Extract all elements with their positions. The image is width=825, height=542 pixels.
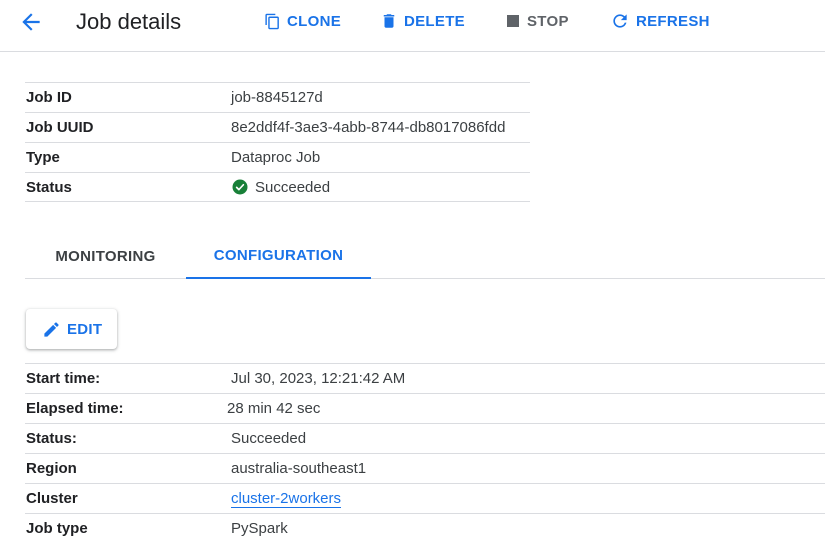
summary-key: Status [26,178,72,196]
summary-key: Type [26,149,60,166]
summary-key: Job ID [26,89,72,106]
config-key: Status: [26,430,77,447]
edit-label: EDIT [67,320,103,338]
config-row-job-type: Job type PySpark [25,513,825,542]
delete-label: DELETE [404,12,465,30]
refresh-label: REFRESH [636,12,710,30]
refresh-icon [613,14,627,28]
config-value: 28 min 42 sec [227,400,321,417]
job-summary-table: Job ID job-8845127d Job UUID 8e2ddf4f-3a… [25,82,530,202]
config-value: PySpark [231,520,288,537]
summary-value: job-8845127d [231,89,323,106]
tab-bar: MONITORING CONFIGURATION [25,234,825,279]
summary-row-job-uuid: Job UUID 8e2ddf4f-3ae3-4abb-8744-db80170… [25,112,530,142]
tab-configuration[interactable]: CONFIGURATION [186,234,371,279]
cluster-link[interactable]: cluster-2workers [231,490,342,508]
edit-button[interactable]: EDIT [26,309,117,349]
status-text: Succeeded [255,178,331,196]
stop-label: STOP [527,12,569,30]
summary-row-status: Status Succeeded [25,172,530,202]
config-row-start-time: Start time: Jul 30, 2023, 12:21:42 AM [25,363,825,393]
stop-button[interactable]: STOP [505,10,569,32]
trash-icon [383,14,395,28]
config-value: Jul 30, 2023, 12:21:42 AM [231,370,406,387]
summary-value: 8e2ddf4f-3ae3-4abb-8744-db8017086fdd [231,119,506,136]
config-row-region: Region australia-southeast1 [25,453,825,483]
config-key: Cluster [26,490,78,507]
status-value: Succeeded [231,178,330,196]
config-value: australia-southeast1 [231,460,367,477]
config-row-cluster: Cluster cluster-2workers [25,483,825,513]
config-key: Job type [26,520,88,537]
page-title: Job details [76,9,182,34]
config-key: Region [26,460,77,477]
arrow-back-icon [22,13,40,31]
summary-row-type: Type Dataproc Job [25,142,530,172]
config-row-elapsed-time: Elapsed time: 28 min 42 sec [25,393,825,423]
clone-button[interactable]: CLONE [264,10,341,32]
summary-row-job-id: Job ID job-8845127d [25,82,530,112]
back-button[interactable] [18,9,44,35]
clone-label: CLONE [287,12,341,30]
check-circle-icon [232,179,248,195]
stop-square-icon [507,15,519,27]
delete-button[interactable]: DELETE [380,10,465,32]
copy-icon [265,13,279,29]
config-key: Elapsed time: [26,400,124,417]
config-row-status: Status: Succeeded [25,423,825,453]
configuration-table: Start time: Jul 30, 2023, 12:21:42 AM El… [25,363,825,542]
summary-value: Dataproc Job [231,149,321,166]
refresh-button[interactable]: REFRESH [610,10,710,32]
tab-monitoring[interactable]: MONITORING [25,234,186,278]
summary-key: Job UUID [26,119,94,136]
config-value: Succeeded [231,430,307,447]
config-key: Start time: [26,370,101,387]
top-toolbar: Job details CLONE DELETE STOP REFRESH [0,0,825,52]
pencil-icon [44,321,59,337]
